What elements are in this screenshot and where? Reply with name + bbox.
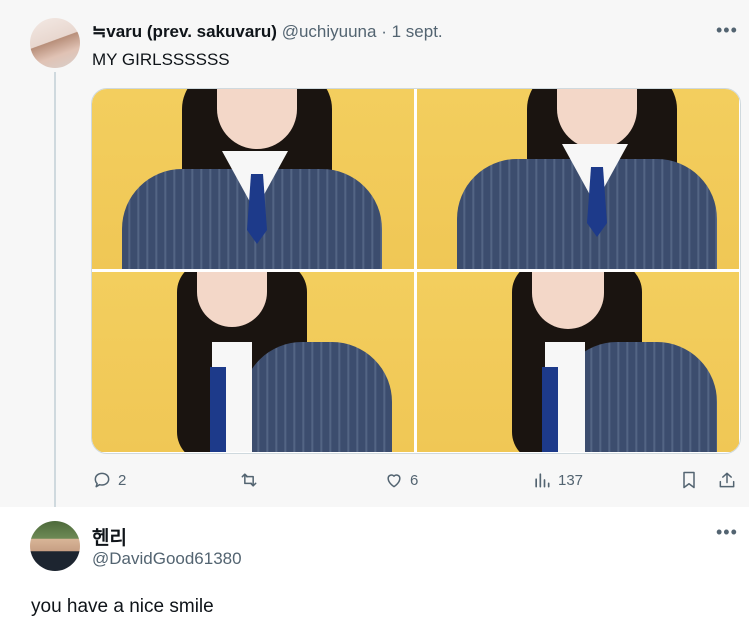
share-button[interactable] [717,470,737,490]
views-button[interactable]: 137 [532,470,583,490]
media-photo[interactable] [92,272,414,452]
reply-count: 2 [118,471,127,489]
avatar[interactable] [30,18,80,68]
reply-more-options-button[interactable]: ••• [716,522,738,543]
author-handle[interactable]: @uchiyuuna [282,22,377,41]
media-grid [91,88,741,454]
tweet-text: MY GIRLSSSSSS [92,50,230,69]
media-photo[interactable] [417,272,739,452]
reply-text: you have a nice smile [31,596,214,617]
thread-connector-line [54,72,56,520]
tweet-header: ≒varu (prev. sakuvaru) @uchiyuuna · 1 se… [92,22,443,42]
author-name[interactable]: ≒varu (prev. sakuvaru) [92,22,277,41]
tweet-date[interactable]: 1 sept. [392,22,443,41]
timeline: ≒varu (prev. sakuvaru) @uchiyuuna · 1 se… [0,0,749,630]
more-horizontal-icon: ••• [716,522,738,542]
view-count: 137 [558,471,584,489]
retweet-arrows-icon [238,470,260,490]
like-button[interactable]: 6 [384,470,418,490]
avatar[interactable] [30,521,80,571]
heart-icon [384,470,404,490]
reply-author-handle[interactable]: @DavidGood61380 [92,549,242,569]
media-photo[interactable] [92,89,414,269]
reply-button[interactable]: 2 [92,470,126,490]
media-photo[interactable] [417,89,739,269]
like-count: 6 [410,471,419,489]
bookmark-button[interactable] [679,470,699,490]
bar-chart-icon [532,470,552,490]
header-separator: · [381,22,387,41]
share-upload-icon [717,470,737,490]
bookmark-icon [679,470,699,490]
retweet-button[interactable] [238,470,260,490]
reply-author-name[interactable]: 헨리 [92,523,127,550]
more-horizontal-icon: ••• [716,20,738,40]
more-options-button[interactable]: ••• [716,20,738,41]
speech-bubble-icon [92,470,112,490]
